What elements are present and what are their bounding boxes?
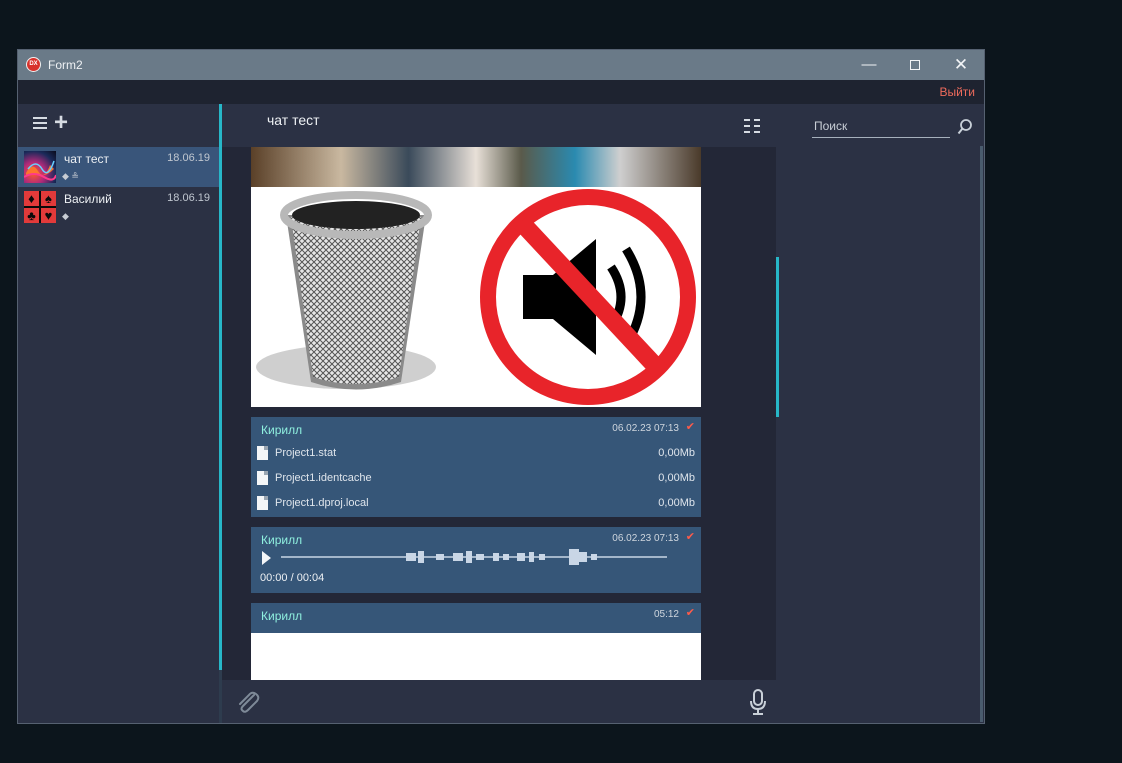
top-bar: Выйти [18, 80, 984, 104]
file-row[interactable]: Project1.stat 0,00Mb [257, 445, 695, 463]
minimize-button[interactable]: — [846, 50, 892, 80]
search-icon[interactable] [957, 118, 973, 136]
search-input[interactable] [812, 114, 950, 138]
search-scrollbar[interactable] [980, 146, 983, 722]
message-author: Кирилл [261, 609, 303, 623]
list-icon[interactable] [744, 119, 760, 133]
add-chat-icon[interactable]: + [54, 111, 68, 135]
file-icon [257, 471, 268, 485]
chat-status: ◆ ≗ [62, 171, 79, 181]
maximize-icon [910, 60, 920, 71]
file-name: Project1.stat [275, 447, 337, 459]
file-size: 0,00Mb [658, 447, 695, 459]
file-size: 0,00Mb [658, 472, 695, 484]
chat-date: 18.06.19 [167, 192, 210, 204]
image-message[interactable]: Кирилл 05:12 ✔ [251, 603, 701, 680]
file-name: Project1.identcache [275, 472, 372, 484]
maximize-button[interactable] [892, 50, 938, 80]
message-time: 06.02.23 07:13 [612, 533, 679, 544]
image-message-mute-trash[interactable] [251, 187, 701, 407]
message-time: 06.02.23 07:13 [612, 423, 679, 434]
read-check-icon: ✔ [685, 421, 695, 433]
audio-message[interactable]: Кирилл 06.02.23 07:13 ✔ 00:00 / 00:04 [251, 527, 701, 593]
file-icon [257, 496, 268, 510]
attach-icon[interactable] [234, 689, 260, 715]
file-name: Project1.dproj.local [275, 497, 369, 509]
app-icon: DX [26, 57, 41, 72]
message-list[interactable]: Кирилл 06.02.23 07:13 ✔ Project1.stat 0,… [222, 147, 776, 680]
file-message[interactable]: Кирилл 06.02.23 07:13 ✔ Project1.stat 0,… [251, 417, 701, 517]
message-composer [222, 680, 776, 723]
app-window: DX Form2 — ✕ Выйти + чат тест 18.06.19 ◆… [17, 49, 985, 724]
chat-title: чат тест [267, 112, 320, 128]
title-bar[interactable]: DX Form2 — ✕ [18, 50, 984, 80]
window-title: Form2 [48, 58, 83, 72]
chat-name: Василий [64, 192, 112, 206]
file-row[interactable]: Project1.identcache 0,00Mb [257, 470, 695, 488]
chat-status: ◆ [62, 211, 69, 221]
read-check-icon: ✔ [685, 531, 695, 543]
menu-icon[interactable] [33, 117, 47, 131]
search-panel [779, 104, 984, 723]
play-icon[interactable] [262, 551, 271, 565]
chat-item-chat-test[interactable]: чат тест 18.06.19 ◆ ≗ [18, 147, 219, 187]
audio-waveform[interactable] [281, 548, 667, 566]
chat-name: чат тест [64, 152, 110, 166]
image-message-photo[interactable] [251, 147, 701, 187]
chat-item-vasiliy[interactable]: ♦ ♠ ♣ ♥ Василий 18.06.19 ◆ [18, 187, 219, 227]
chat-list-panel: + чат тест 18.06.19 ◆ ≗ ♦ ♠ ♣ ♥ Василий [18, 104, 219, 723]
close-button[interactable]: ✕ [938, 50, 984, 80]
chat-date: 18.06.19 [167, 152, 210, 164]
logout-link[interactable]: Выйти [939, 85, 975, 99]
chat-header: чат тест [222, 104, 776, 147]
microphone-icon[interactable] [748, 688, 768, 716]
read-check-icon: ✔ [685, 607, 695, 619]
avatar [24, 151, 56, 183]
file-row[interactable]: Project1.dproj.local 0,00Mb [257, 495, 695, 513]
chat-list-header: + [18, 104, 219, 147]
file-size: 0,00Mb [658, 497, 695, 509]
message-author: Кирилл [261, 423, 303, 437]
chat-panel: чат тест Кирилл 06.02.23 07:13 ✔ Project… [222, 104, 776, 723]
trash-and-mute-icon [256, 189, 696, 405]
audio-time: 00:00 / 00:04 [260, 572, 325, 584]
image-preview[interactable] [251, 633, 701, 680]
message-time: 05:12 [653, 609, 679, 620]
avatar: ♦ ♠ ♣ ♥ [24, 191, 56, 223]
file-icon [257, 446, 268, 460]
message-author: Кирилл [261, 533, 303, 547]
